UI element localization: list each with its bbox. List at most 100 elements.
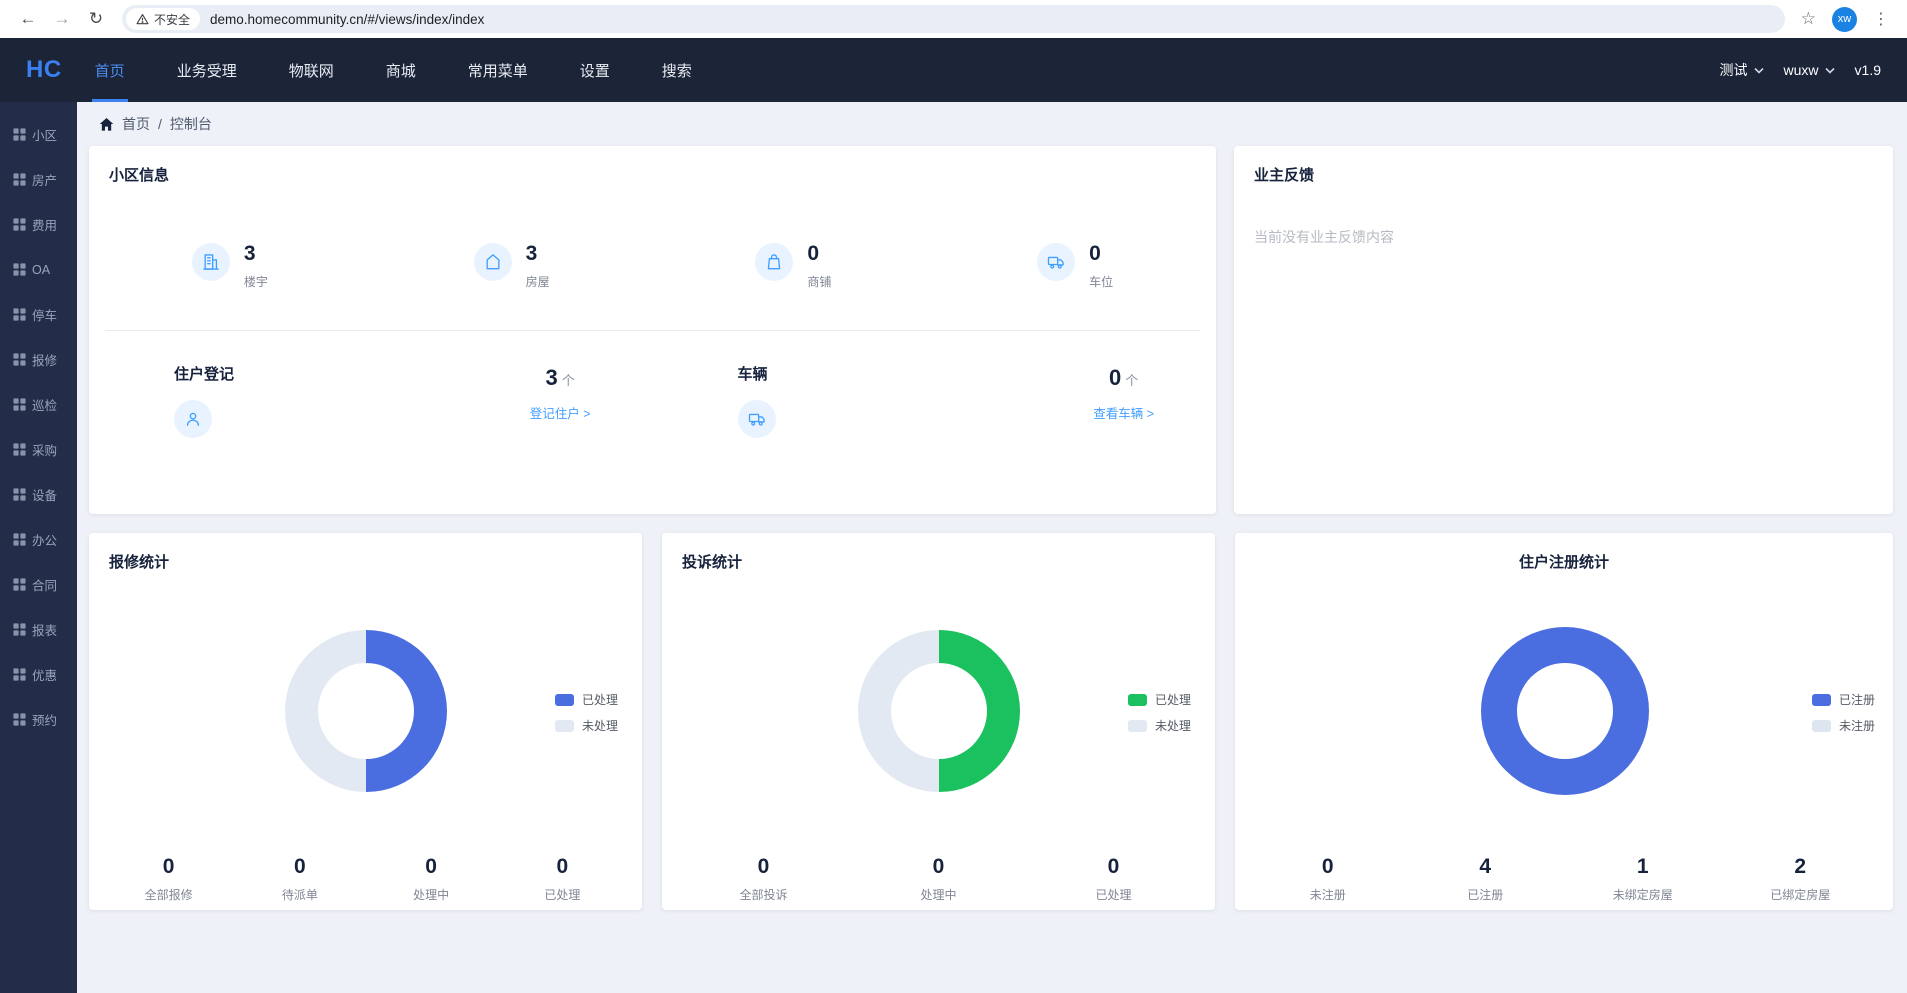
- community-stat-0: 3楼宇: [89, 243, 371, 290]
- community-card-title: 小区信息: [89, 164, 1216, 185]
- section-link[interactable]: 查看车辆 >: [1093, 403, 1154, 422]
- legend-item[interactable]: 已处理: [1128, 691, 1191, 708]
- chevron-down-icon: [1754, 67, 1764, 74]
- url-text: demo.homecommunity.cn/#/views/index/inde…: [210, 12, 484, 27]
- nav-tab-3[interactable]: 商城: [383, 38, 419, 102]
- address-bar[interactable]: 不安全 demo.homecommunity.cn/#/views/index/…: [122, 5, 1785, 33]
- legend-color-chip: [1812, 720, 1831, 732]
- sidebar-item-1[interactable]: 房产: [0, 157, 77, 202]
- sidebar-item-7[interactable]: 采购: [0, 427, 77, 472]
- grid-icon: [13, 128, 26, 141]
- sidebar-item-label: 报修: [32, 350, 57, 369]
- sidebar-item-10[interactable]: 合同: [0, 562, 77, 607]
- stat-label: 未注册: [1249, 886, 1407, 903]
- legend-item[interactable]: 未注册: [1812, 717, 1875, 734]
- stat-label: 商铺: [807, 273, 831, 290]
- card-stat: 2已绑定房屋: [1722, 855, 1880, 903]
- community-sections-row: 住户登记3个登记住户 >车辆0个查看车辆 >: [89, 363, 1216, 438]
- breadcrumb-home[interactable]: 首页: [122, 114, 150, 134]
- bookmark-star-icon[interactable]: ☆: [1801, 9, 1816, 29]
- stat-label: 已注册: [1407, 886, 1565, 903]
- donut-chart: [285, 630, 447, 792]
- nav-tab-0[interactable]: 首页: [92, 38, 128, 102]
- sidebar-item-6[interactable]: 巡检: [0, 382, 77, 427]
- legend-item[interactable]: 未处理: [555, 717, 618, 734]
- card-stat: 0处理中: [851, 855, 1026, 903]
- browser-menu-icon[interactable]: ⋮: [1869, 9, 1893, 29]
- sidebar-item-4[interactable]: 停车: [0, 292, 77, 337]
- sidebar-item-9[interactable]: 办公: [0, 517, 77, 562]
- browser-toolbar: ← → ↻ 不安全 demo.homecommunity.cn/#/views/…: [0, 0, 1907, 38]
- home-icon: [99, 117, 114, 132]
- shop-icon: [755, 243, 793, 281]
- card-stat: 4已注册: [1407, 855, 1565, 903]
- sidebar-item-5[interactable]: 报修: [0, 337, 77, 382]
- user-menu[interactable]: wuxw: [1784, 62, 1835, 78]
- browser-forward-button[interactable]: →: [48, 5, 76, 33]
- legend-item[interactable]: 未处理: [1128, 717, 1191, 734]
- browser-reload-button[interactable]: ↻: [82, 5, 110, 33]
- sidebar-item-3[interactable]: OA: [0, 247, 77, 292]
- sidebar-item-label: OA: [32, 263, 50, 277]
- legend-color-chip: [555, 694, 574, 706]
- stat-card-title: 投诉统计: [662, 551, 1215, 572]
- browser-profile-avatar[interactable]: xw: [1832, 7, 1857, 32]
- sidebar-item-13[interactable]: 预约: [0, 697, 77, 742]
- legend-item[interactable]: 已注册: [1812, 691, 1875, 708]
- breadcrumb-separator: /: [158, 116, 162, 132]
- sidebar-item-label: 预约: [32, 710, 57, 729]
- nav-tab-4[interactable]: 常用菜单: [465, 38, 531, 102]
- stat-label: 已处理: [497, 886, 628, 903]
- legend-label: 未注册: [1839, 717, 1875, 734]
- nav-tab-6[interactable]: 搜索: [659, 38, 695, 102]
- sidebar-item-label: 巡检: [32, 395, 57, 414]
- browser-back-button[interactable]: ←: [14, 5, 42, 33]
- grid-icon: [13, 263, 26, 276]
- sidebar-item-11[interactable]: 报表: [0, 607, 77, 652]
- community-stat-1: 3房屋: [371, 243, 653, 290]
- sidebar-item-label: 停车: [32, 305, 57, 324]
- legend-label: 未处理: [582, 717, 618, 734]
- stat-card-2: 住户注册统计已注册未注册0未注册4已注册1未绑定房屋2已绑定房屋: [1235, 533, 1893, 910]
- sidebar-item-2[interactable]: 费用: [0, 202, 77, 247]
- card-stat: 0全部报修: [103, 855, 234, 903]
- sidebar-item-0[interactable]: 小区: [0, 112, 77, 157]
- section-value: 3个: [530, 365, 591, 391]
- community-stat-3: 0车位: [934, 243, 1216, 290]
- stat-label: 车位: [1089, 273, 1113, 290]
- stat-card-1: 投诉统计已处理未处理0全部投诉0处理中0已处理: [662, 533, 1215, 910]
- nav-tab-1[interactable]: 业务受理: [174, 38, 240, 102]
- stat-value: 0: [234, 855, 365, 879]
- sidebar-item-label: 费用: [32, 215, 57, 234]
- legend-color-chip: [1812, 694, 1831, 706]
- stat-card-title: 报修统计: [89, 551, 642, 572]
- legend-color-chip: [555, 720, 574, 732]
- stat-label: 待派单: [234, 886, 365, 903]
- chart-legend: 已处理未处理: [1128, 691, 1191, 734]
- section-count: 3: [545, 365, 557, 390]
- donut-hole: [1517, 663, 1613, 759]
- section-title: 车辆: [738, 363, 776, 384]
- sidebar-item-label: 报表: [32, 620, 57, 639]
- chevron-down-icon: [1825, 67, 1835, 74]
- card-stat: 1未绑定房屋: [1564, 855, 1722, 903]
- sidebar-item-12[interactable]: 优惠: [0, 652, 77, 697]
- sidebar-item-label: 办公: [32, 530, 57, 549]
- sidebar-item-label: 优惠: [32, 665, 57, 684]
- chart-legend: 已处理未处理: [555, 691, 618, 734]
- app-navbar: HC 首页业务受理物联网商城常用菜单设置搜索 测试 wuxw v1.9: [0, 38, 1907, 102]
- person-icon: [174, 400, 212, 438]
- nav-tab-2[interactable]: 物联网: [286, 38, 337, 102]
- donut-chart: [1481, 627, 1649, 795]
- nav-tab-5[interactable]: 设置: [577, 38, 613, 102]
- legend-item[interactable]: 已处理: [555, 691, 618, 708]
- site-security-chip[interactable]: 不安全: [126, 8, 200, 30]
- sidebar-item-8[interactable]: 设备: [0, 472, 77, 517]
- section-link[interactable]: 登记住户 >: [530, 403, 591, 422]
- username-label: wuxw: [1784, 62, 1819, 78]
- community-section-1: 车辆0个查看车辆 >: [653, 363, 1217, 438]
- stat-value: 0: [807, 243, 831, 265]
- app-logo[interactable]: HC: [0, 38, 92, 102]
- org-selector[interactable]: 测试: [1720, 60, 1764, 80]
- community-section-0: 住户登记3个登记住户 >: [89, 363, 653, 438]
